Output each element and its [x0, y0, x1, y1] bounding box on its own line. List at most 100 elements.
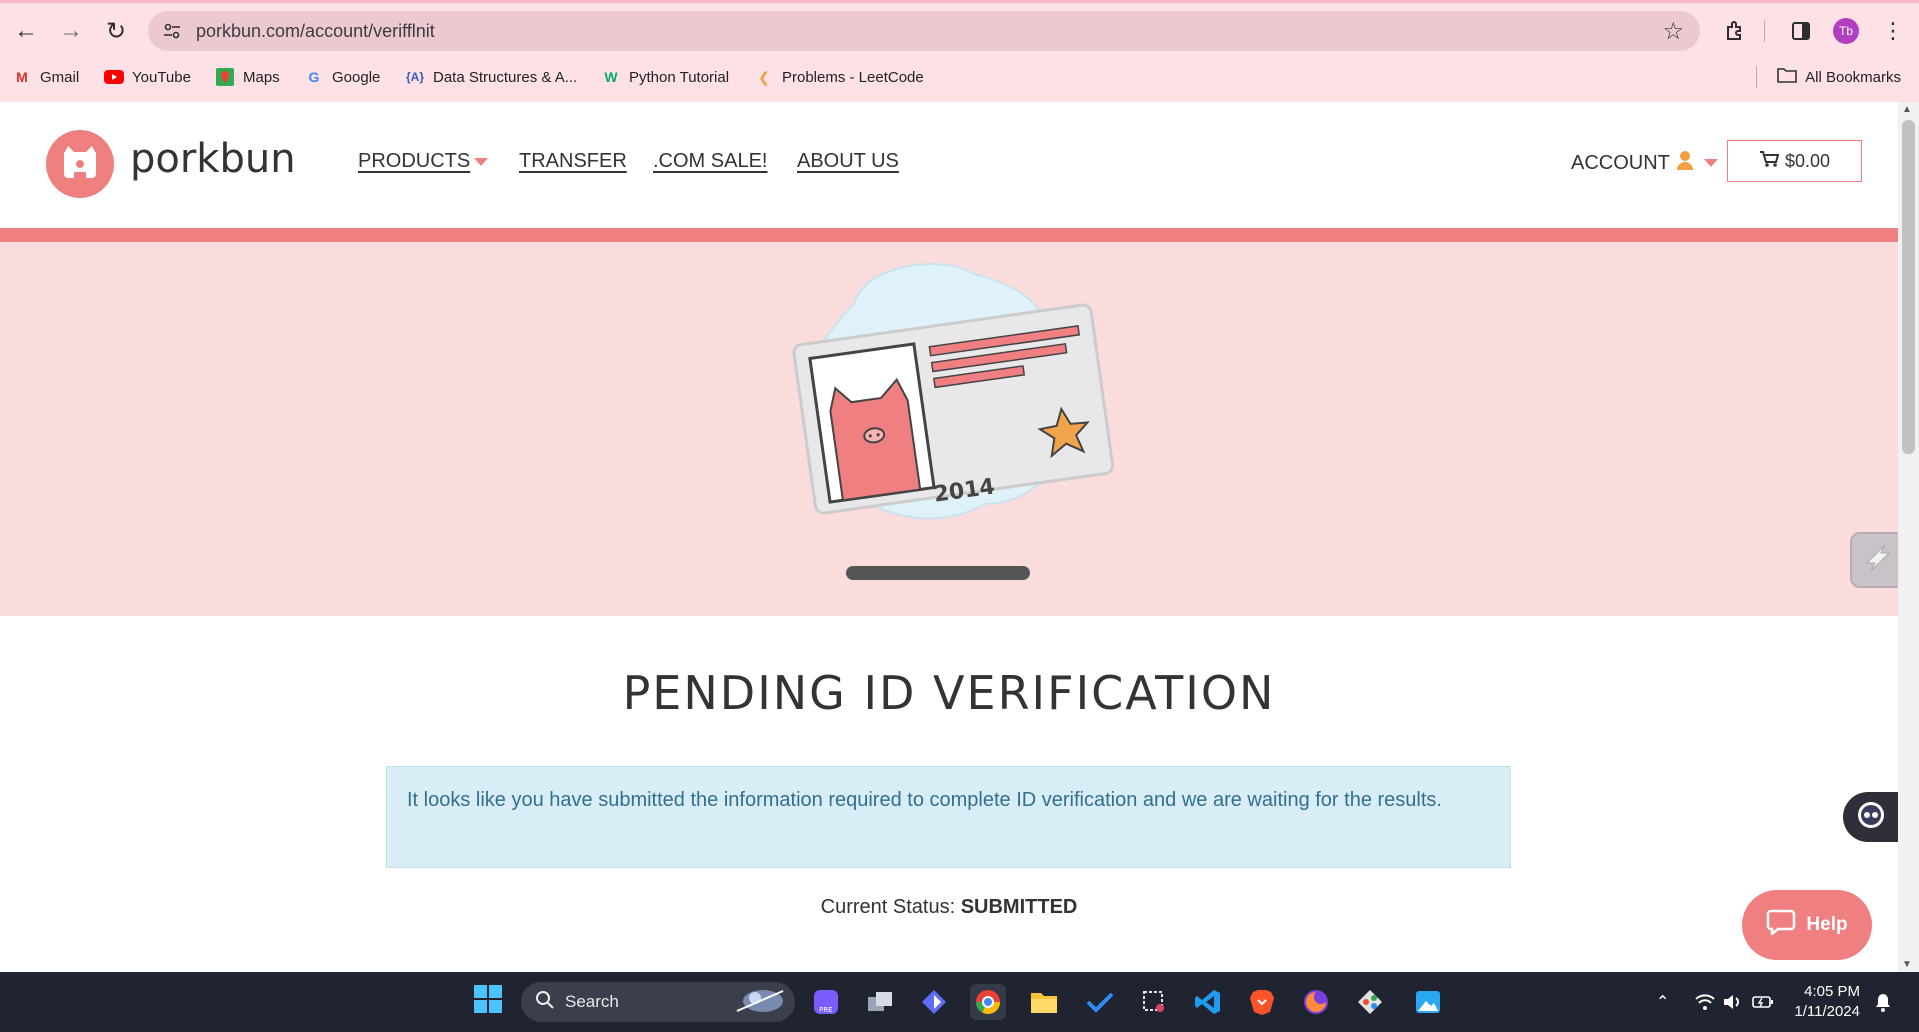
bookmark-label: YouTube: [132, 68, 191, 86]
bookmark-label: Gmail: [40, 68, 80, 86]
web-page: porkbun PRODUCTS TRANSFER .COM SALE! ABO…: [0, 102, 1898, 972]
help-label: Help: [1806, 914, 1848, 935]
all-bookmarks-button[interactable]: All Bookmarks: [1777, 64, 1901, 90]
help-button[interactable]: Help: [1742, 890, 1872, 960]
arrow-left-icon: ←: [14, 17, 38, 44]
forward-button[interactable]: →: [54, 14, 88, 48]
reload-button[interactable]: ↻: [99, 14, 133, 48]
start-button[interactable]: [470, 984, 506, 1020]
main-content: PENDING ID VERIFICATION It looks like yo…: [0, 616, 1898, 972]
nav-products[interactable]: PRODUCTS: [358, 150, 489, 173]
caret-down-icon: [1703, 159, 1718, 167]
cart-icon: [1759, 150, 1780, 173]
clock-date: 1/11/2024: [1794, 1003, 1860, 1020]
alert-text: It looks like you have submitted the inf…: [407, 789, 1442, 811]
all-bookmarks-label: All Bookmarks: [1805, 68, 1901, 86]
taskbar-snipping-tool-icon[interactable]: [1136, 984, 1172, 1020]
reload-icon: ↻: [105, 17, 127, 45]
folder-icon: [1777, 67, 1797, 87]
wifi-icon[interactable]: [1694, 972, 1716, 1032]
caret-down-icon: [474, 157, 489, 166]
browser-chrome: ← → ↻ porkbun.com/account/verifflnit ☆ T…: [0, 0, 1919, 102]
battery-icon[interactable]: [1752, 972, 1774, 1032]
nav-com-sale[interactable]: .COM SALE!: [653, 150, 767, 173]
bookmark-label: Google: [332, 68, 381, 86]
system-clock[interactable]: 4:05 PM 1/11/2024: [1790, 982, 1860, 1022]
logo-text[interactable]: porkbun: [130, 136, 296, 182]
profile-avatar[interactable]: Tb: [1833, 18, 1859, 44]
google-icon: G: [308, 69, 320, 85]
taskbar-copilot-icon[interactable]: PRE: [808, 984, 844, 1020]
bot-face-icon: [1856, 800, 1886, 835]
cart-button[interactable]: $0.00: [1727, 140, 1862, 182]
bookmark-label: Problems - LeetCode: [782, 68, 924, 86]
bookmark-google[interactable]: G Google: [304, 64, 381, 90]
taskbar-photos-icon[interactable]: [1410, 984, 1446, 1020]
url-text[interactable]: porkbun.com/account/verifflnit: [196, 21, 435, 42]
back-button[interactable]: ←: [9, 14, 43, 48]
menu-kebab-icon[interactable]: ⋮: [1876, 14, 1910, 48]
w3-icon: W: [604, 69, 618, 85]
bookmark-maps[interactable]: Maps: [215, 64, 280, 90]
gmail-icon: M: [16, 69, 28, 85]
svg-text:PRE: PRE: [819, 1006, 833, 1014]
windows-taskbar: Search PRE ⌃ 4:05 PM 1/11/2024: [0, 972, 1919, 1032]
account-menu[interactable]: ACCOUNT: [1571, 150, 1718, 176]
ds-icon: {A}: [405, 70, 424, 84]
volume-icon[interactable]: [1722, 972, 1744, 1032]
bookmark-label: Data Structures & A...: [433, 68, 578, 86]
chatbot-widget-button[interactable]: [1843, 792, 1899, 842]
search-placeholder: Search: [565, 992, 619, 1011]
scrollbar-thumb[interactable]: [1902, 120, 1915, 454]
bookmark-star-icon[interactable]: ☆: [1662, 17, 1684, 46]
taskbar-vscode-icon[interactable]: [1190, 984, 1226, 1020]
notification-bell-icon[interactable]: [1874, 972, 1892, 1032]
toolbar-divider: [1764, 20, 1765, 42]
bookmark-label: Maps: [243, 68, 280, 86]
address-bar[interactable]: porkbun.com/account/verifflnit ☆: [148, 11, 1700, 51]
taskbar-brave-icon[interactable]: [1244, 984, 1280, 1020]
lightning-icon: [1861, 541, 1895, 580]
tray-overflow-icon[interactable]: ⌃: [1656, 972, 1669, 1032]
leetcode-icon: ❮: [758, 68, 770, 85]
extensions-icon[interactable]: [1718, 14, 1752, 48]
nav-products-label: PRODUCTS: [358, 150, 471, 172]
porkbun-logo-icon[interactable]: [46, 130, 114, 198]
taskbar-search[interactable]: Search: [521, 982, 795, 1022]
nav-transfer[interactable]: TRANSFER: [519, 150, 627, 173]
page-scrollbar[interactable]: ▲ ▼: [1898, 102, 1919, 972]
cart-total: $0.00: [1784, 150, 1831, 171]
taskbar-firefox-icon[interactable]: [1298, 984, 1334, 1020]
page-title: PENDING ID VERIFICATION: [622, 666, 1276, 720]
info-alert: It looks like you have submitted the inf…: [386, 766, 1511, 868]
bookmarks-bar: M Gmail YouTube Maps G Google {A} Data S…: [0, 64, 1919, 90]
taskbar-git-icon[interactable]: [1352, 984, 1388, 1020]
status-label: Current Status:: [820, 896, 956, 918]
site-settings-icon[interactable]: [160, 19, 184, 43]
user-icon: [1676, 150, 1694, 176]
bookmark-data-structures[interactable]: {A} Data Structures & A...: [405, 64, 577, 90]
account-label: ACCOUNT: [1571, 151, 1670, 174]
bookmark-youtube[interactable]: YouTube: [104, 64, 191, 90]
nav-about-us[interactable]: ABOUT US: [797, 150, 899, 173]
search-icon: [535, 990, 555, 1015]
bookmark-leetcode[interactable]: ❮ Problems - LeetCode: [754, 64, 924, 90]
current-status: Current Status: SUBMITTED: [0, 896, 1898, 919]
bookmark-label: Python Tutorial: [629, 68, 730, 86]
chat-bubble-icon: [1766, 909, 1796, 941]
side-panel-icon[interactable]: [1784, 14, 1818, 48]
taskbar-chrome-icon[interactable]: [970, 984, 1006, 1020]
status-value: SUBMITTED: [960, 896, 1078, 918]
taskbar-todo-icon[interactable]: [1082, 984, 1118, 1020]
bookmark-python-tutorial[interactable]: W Python Tutorial: [601, 64, 729, 90]
taskbar-copilot-app-icon[interactable]: [916, 984, 952, 1020]
bookmark-gmail[interactable]: M Gmail: [12, 64, 79, 90]
taskbar-task-view-icon[interactable]: [862, 984, 898, 1020]
tab-strip-edge: [0, 0, 1919, 3]
arrow-right-icon: →: [59, 17, 83, 44]
scroll-up-icon[interactable]: ▲: [1902, 104, 1912, 115]
youtube-icon: [104, 68, 124, 86]
taskbar-file-explorer-icon[interactable]: [1026, 984, 1062, 1020]
scroll-down-icon[interactable]: ▼: [1902, 959, 1912, 970]
site-header: porkbun PRODUCTS TRANSFER .COM SALE! ABO…: [0, 102, 1898, 228]
